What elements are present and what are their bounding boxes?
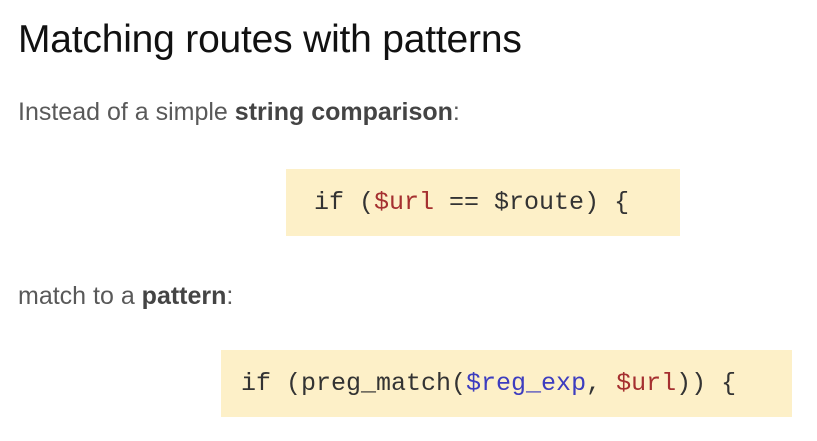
- code-text: )) {: [676, 369, 737, 398]
- pattern-emphasis: pattern: [141, 282, 227, 310]
- code-variable-url: $url: [616, 369, 677, 398]
- code-text: if (: [314, 188, 375, 217]
- pattern-prefix: match to a: [18, 282, 142, 310]
- intro-prefix: Instead of a simple: [18, 98, 235, 126]
- code-text: if (preg_match(: [241, 369, 467, 398]
- pattern-paragraph: match to a pattern:: [18, 282, 233, 311]
- code-block-pattern-match: if (preg_match($reg_exp, $url)) {: [221, 350, 792, 417]
- code-text: ,: [586, 369, 617, 398]
- code-variable-reg-exp: $reg_exp: [466, 369, 587, 398]
- pattern-suffix: :: [226, 282, 234, 310]
- intro-emphasis: string comparison: [234, 98, 453, 126]
- code-variable-route: $route: [494, 188, 585, 217]
- intro-suffix: :: [452, 98, 460, 126]
- code-variable-url: $url: [374, 188, 435, 217]
- code-text: ==: [434, 188, 495, 217]
- code-block-string-comparison: if ($url == $route) {: [286, 169, 680, 236]
- code-text: ) {: [584, 188, 630, 217]
- intro-paragraph: Instead of a simple string comparison:: [18, 98, 460, 127]
- page-title: Matching routes with patterns: [18, 18, 522, 61]
